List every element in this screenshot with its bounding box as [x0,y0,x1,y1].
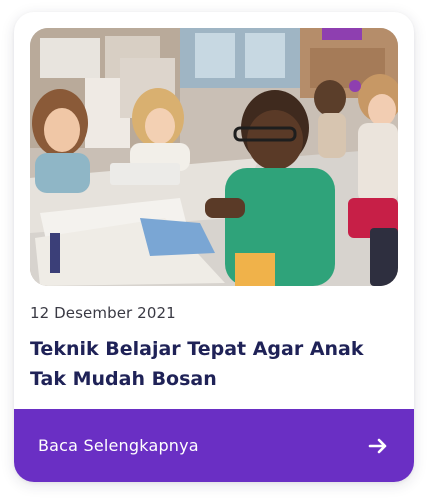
article-date: 12 Desember 2021 [30,304,176,322]
article-title[interactable]: Teknik Belajar Tepat Agar Anak Tak Mudah… [30,334,400,394]
article-thumbnail[interactable] [30,28,398,286]
arrow-right-icon [368,436,388,456]
classroom-photo [30,28,398,286]
article-card[interactable]: 12 Desember 2021 Teknik Belajar Tepat Ag… [14,12,414,482]
read-more-button[interactable]: Baca Selengkapnya [14,409,414,482]
read-more-label: Baca Selengkapnya [38,436,199,455]
